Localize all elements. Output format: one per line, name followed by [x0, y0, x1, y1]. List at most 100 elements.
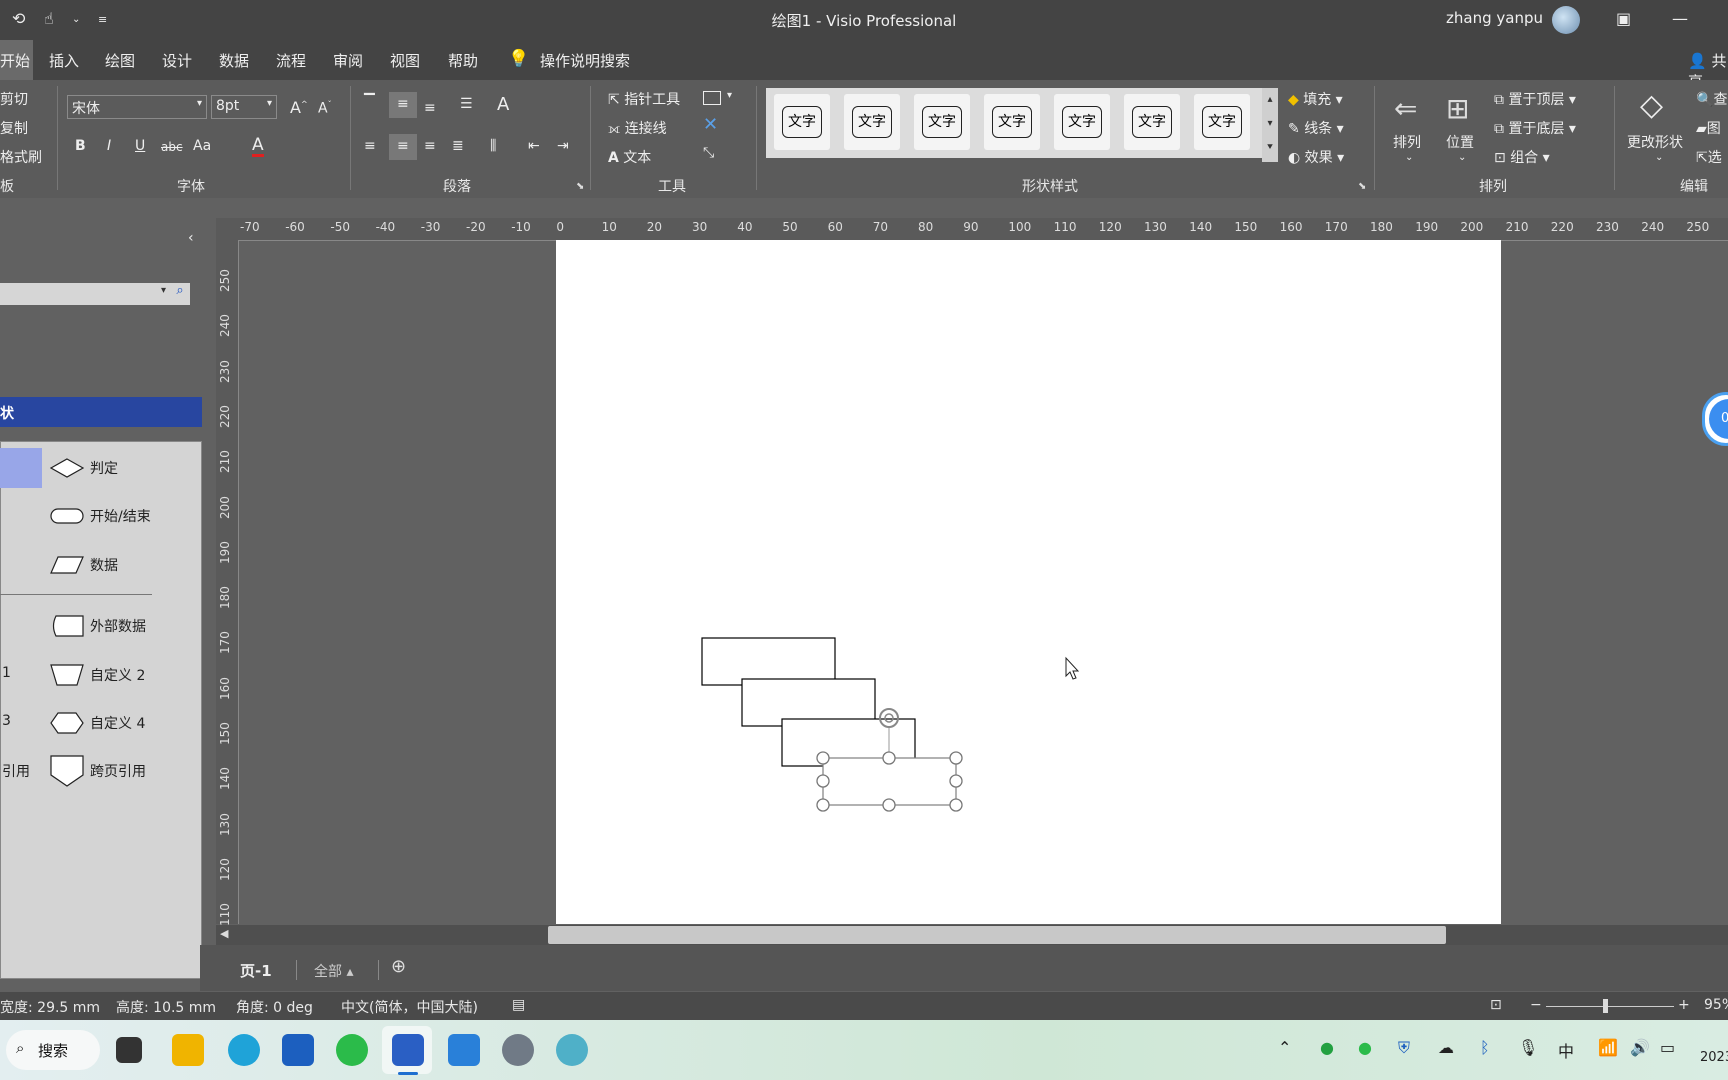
gallery-scroll[interactable]: ▴ ▾ ⯆ [1262, 88, 1278, 162]
battery-icon[interactable]: ▭ [1660, 1038, 1675, 1057]
search-shapes-input[interactable]: ▾ [0, 283, 172, 305]
align-bottom-icon[interactable]: ≡ [424, 100, 436, 116]
line-spacing-icon[interactable]: ⫼ [490, 138, 496, 154]
ribbon-display-icon[interactable]: ▣ [1616, 9, 1631, 28]
grow-font-icon[interactable]: A^ [290, 98, 308, 117]
connector-button[interactable]: ⟗ 连接线 [608, 118, 667, 138]
minimize-icon[interactable]: — [1672, 9, 1688, 28]
clock-date[interactable]: 2023 [1700, 1050, 1728, 1065]
security-shield-icon[interactable]: ⛨ [1398, 1038, 1410, 1058]
rectangle-tool-icon[interactable] [703, 91, 721, 105]
select-button[interactable]: ⇱选 [1696, 147, 1722, 167]
style-preset-5[interactable]: 文字 [1054, 94, 1110, 150]
font-size-select[interactable]: 8pt ▾ [211, 95, 277, 119]
shape-item-data[interactable]: 数据 [0, 545, 202, 585]
visio-app-icon[interactable] [392, 1034, 424, 1066]
tab-draw[interactable]: 绘图 [105, 50, 135, 71]
dialog-launcher-icon[interactable]: ⬊ [1358, 181, 1366, 192]
shape-item-custom-4[interactable]: 3 自定义 4 [0, 703, 202, 743]
scroll-left-icon[interactable]: ◀ [220, 927, 228, 940]
underline-button[interactable]: U [135, 138, 145, 154]
drawing-page[interactable] [556, 240, 1501, 924]
stencil-section-header[interactable]: 状 [0, 397, 202, 427]
tab-home[interactable]: 开始 [0, 50, 30, 71]
italic-button[interactable]: I [107, 138, 111, 154]
tab-design[interactable]: 设计 [162, 50, 192, 71]
effect-button[interactable]: ◐ 效果 ▾ [1288, 147, 1344, 167]
text-tool-button[interactable]: A 文本 [608, 147, 651, 167]
photos-icon[interactable] [448, 1034, 480, 1066]
pinwheel-app-icon[interactable] [556, 1034, 588, 1066]
align-top-icon[interactable]: ▔ [364, 94, 375, 110]
shape-item-off-page-ref[interactable]: 引用 跨页引用 [0, 751, 202, 791]
text-direction-icon[interactable]: A [497, 94, 509, 115]
tab-process[interactable]: 流程 [276, 50, 306, 71]
font-family-select[interactable]: 宋体 ▾ [67, 95, 207, 119]
decrease-indent-icon[interactable]: ⇤ [528, 138, 540, 154]
onedrive-cloud-icon[interactable]: ☁ [1438, 1038, 1454, 1057]
settings-gear-icon[interactable] [502, 1034, 534, 1066]
shrink-font-icon[interactable]: Aˇ [318, 100, 332, 117]
send-to-back-button[interactable]: ⧉ 置于底层 ▾ [1494, 118, 1576, 138]
align-right-icon[interactable]: ≡ [424, 138, 436, 154]
edge-browser-icon[interactable] [228, 1034, 260, 1066]
collapse-panel-icon[interactable]: ‹ [188, 230, 194, 246]
page-tab-1[interactable]: 页-1 [240, 960, 272, 981]
tab-review[interactable]: 审阅 [333, 50, 363, 71]
fill-button[interactable]: ◆ 填充 ▾ [1288, 89, 1343, 109]
avatar[interactable] [1552, 6, 1580, 34]
shape-item-start-end[interactable]: 开始/结束 [0, 496, 202, 536]
increase-indent-icon[interactable]: ⇥ [557, 138, 569, 154]
justify-icon[interactable]: ≣ [452, 138, 464, 154]
ime-indicator[interactable]: 中 [1558, 1038, 1574, 1062]
layers-button[interactable]: ▰图 [1696, 118, 1721, 138]
taskbar-search[interactable]: ⌕ 搜索 [6, 1030, 100, 1070]
bluetooth-icon[interactable]: ᛒ [1480, 1038, 1490, 1057]
all-pages-button[interactable]: 全部 ▴ [314, 961, 353, 981]
tell-me-search[interactable]: 操作说明搜索 [540, 50, 630, 71]
zoom-out-icon[interactable]: − [1530, 997, 1542, 1013]
group-button[interactable]: ⊡ 组合 ▾ [1494, 147, 1550, 167]
fit-page-icon[interactable]: ⊡ [1490, 997, 1502, 1013]
macro-icon[interactable]: ▤ [512, 997, 525, 1013]
shape-item-custom-2[interactable]: 1 自定义 2 [0, 655, 202, 695]
chevron-up-icon[interactable]: ⌃ [1278, 1038, 1291, 1057]
zoom-slider-thumb[interactable] [1603, 999, 1608, 1013]
cut-button[interactable]: 剪切 [0, 89, 28, 109]
change-shape-button[interactable]: 更改形状 [1627, 132, 1683, 152]
style-preset-1[interactable]: 文字 [774, 94, 830, 150]
bullets-icon[interactable]: ☰ [460, 96, 473, 112]
line-button[interactable]: ✎ 线条 ▾ [1288, 118, 1344, 138]
microphone-icon[interactable]: 🎙 [1518, 1038, 1538, 1057]
wifi-icon[interactable]: 📶 [1598, 1038, 1618, 1057]
style-preset-6[interactable]: 文字 [1124, 94, 1180, 150]
chevron-down-icon[interactable]: ▾ [727, 90, 732, 101]
find-button[interactable]: 🔍查 [1696, 89, 1727, 109]
copy-button[interactable]: 复制 [0, 118, 28, 138]
pointer-tool-button[interactable]: ⇱ 指针工具 [608, 89, 680, 109]
bring-to-front-button[interactable]: ⧉ 置于顶层 ▾ [1494, 89, 1576, 109]
align-left-icon[interactable]: ≡ [364, 138, 376, 154]
status-language[interactable]: 中文(简体，中国大陆) [341, 997, 478, 1017]
shape-item-decision[interactable]: 判定 [0, 448, 202, 488]
close-icon[interactable]: ✕ [703, 114, 718, 135]
zoom-in-icon[interactable]: + [1678, 997, 1690, 1013]
wechat-icon[interactable] [336, 1034, 368, 1066]
style-preset-4[interactable]: 文字 [984, 94, 1040, 150]
font-color-button[interactable]: A [252, 136, 264, 157]
zoom-slider[interactable] [1546, 1006, 1674, 1007]
dialog-launcher-icon[interactable]: ⬊ [576, 181, 584, 192]
task-view-icon[interactable] [116, 1037, 142, 1063]
tab-data[interactable]: 数据 [219, 50, 249, 71]
connection-point-icon[interactable]: ⤡ [703, 145, 714, 161]
zoom-level[interactable]: 95% [1704, 997, 1728, 1013]
store-icon[interactable] [282, 1034, 314, 1066]
tab-insert[interactable]: 插入 [49, 50, 79, 71]
file-explorer-icon[interactable] [172, 1034, 204, 1066]
add-page-icon[interactable]: ⊕ [391, 956, 406, 977]
shape-item-external-data[interactable]: 外部数据 [0, 606, 202, 646]
position-button[interactable]: 位置 [1446, 132, 1474, 152]
wechat-tray-icon[interactable]: ● [1358, 1038, 1372, 1057]
change-case-button[interactable]: Aa [193, 138, 211, 154]
style-preset-3[interactable]: 文字 [914, 94, 970, 150]
